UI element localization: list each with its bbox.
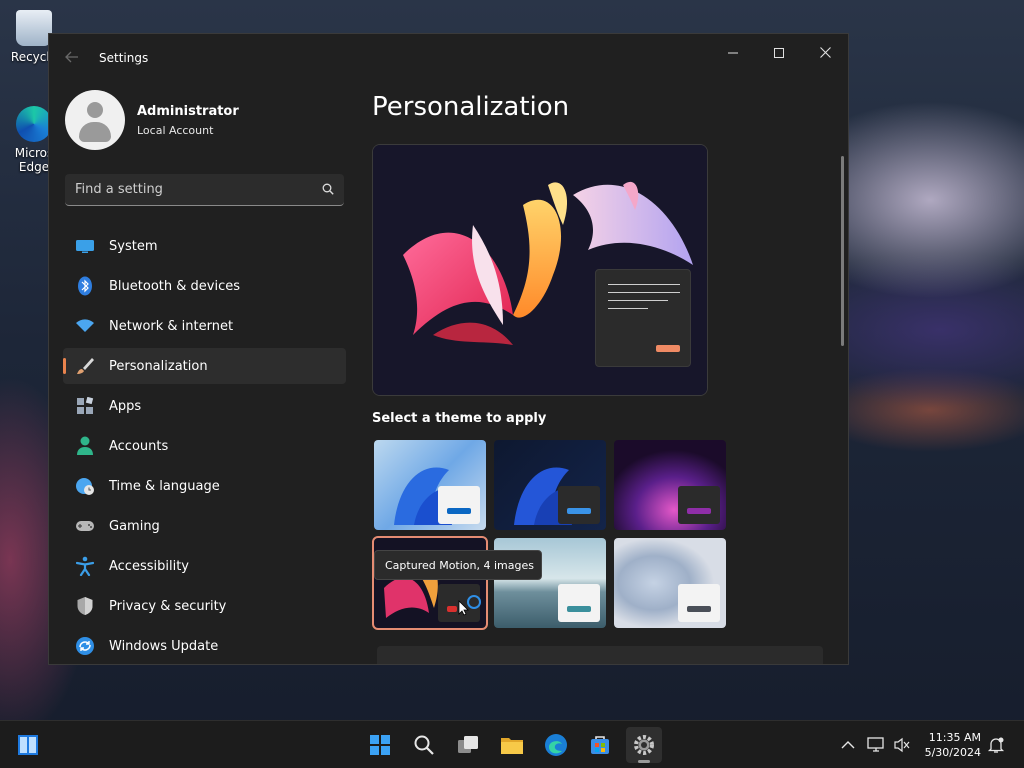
tray-overflow-button[interactable] bbox=[838, 735, 858, 755]
volume-button[interactable] bbox=[892, 735, 912, 755]
clock-date: 5/30/2024 bbox=[924, 746, 981, 759]
sidebar-item-personalization[interactable]: Personalization bbox=[63, 348, 346, 384]
sidebar-item-bluetooth[interactable]: Bluetooth & devices bbox=[63, 268, 346, 304]
sidebar-item-label: Network & internet bbox=[109, 318, 234, 334]
close-button[interactable] bbox=[802, 38, 848, 70]
taskbar-pinned-app[interactable] bbox=[10, 727, 46, 763]
taskbar-search-button[interactable] bbox=[406, 727, 442, 763]
sidebar-item-label: Apps bbox=[109, 398, 142, 414]
volume-muted-icon bbox=[894, 737, 910, 753]
edge-button[interactable] bbox=[538, 727, 574, 763]
sidebar-item-label: Privacy & security bbox=[109, 598, 227, 614]
monitor-icon bbox=[75, 236, 95, 256]
arrow-left-icon bbox=[65, 51, 78, 63]
sidebar-item-privacy-security[interactable]: Privacy & security bbox=[63, 588, 346, 624]
sidebar-item-time-language[interactable]: Time & language bbox=[63, 468, 346, 504]
shield-icon bbox=[75, 596, 95, 616]
settings-icon bbox=[634, 735, 654, 755]
gamepad-icon bbox=[75, 516, 95, 536]
settings-card-partial[interactable] bbox=[377, 646, 823, 664]
file-explorer-button[interactable] bbox=[494, 727, 530, 763]
sidebar-item-label: Bluetooth & devices bbox=[109, 278, 240, 294]
search-icon[interactable] bbox=[322, 183, 334, 195]
theme-tooltip: Captured Motion, 4 images bbox=[374, 550, 542, 580]
title-bar[interactable]: Settings bbox=[49, 34, 848, 82]
sidebar-item-gaming[interactable]: Gaming bbox=[63, 508, 346, 544]
profile-account-type: Local Account bbox=[137, 124, 214, 137]
maximize-button[interactable] bbox=[756, 38, 802, 70]
bluetooth-icon bbox=[75, 276, 95, 296]
edge-icon bbox=[545, 734, 567, 756]
maximize-icon bbox=[774, 48, 784, 58]
sidebar-item-label: System bbox=[109, 238, 158, 254]
settings-window: Settings Administrator Local Account Sys… bbox=[48, 33, 849, 665]
minimize-icon bbox=[728, 52, 738, 54]
sidebar-item-system[interactable]: System bbox=[63, 228, 346, 264]
chevron-up-icon bbox=[841, 741, 855, 749]
minimize-button[interactable] bbox=[710, 38, 756, 70]
start-button[interactable] bbox=[362, 727, 398, 763]
task-view-button[interactable] bbox=[450, 727, 486, 763]
profile-name: Administrator bbox=[137, 104, 239, 119]
edge-icon bbox=[16, 106, 52, 142]
sidebar-item-accounts[interactable]: Accounts bbox=[63, 428, 346, 464]
sidebar-item-accessibility[interactable]: Accessibility bbox=[63, 548, 346, 584]
mouse-cursor-icon bbox=[458, 600, 469, 616]
search-input[interactable] bbox=[65, 174, 305, 205]
search-box bbox=[65, 174, 344, 206]
brush-icon bbox=[75, 356, 95, 376]
theme-section-heading: Select a theme to apply bbox=[372, 411, 547, 426]
sidebar-item-label: Accounts bbox=[109, 438, 169, 454]
windows-logo-icon bbox=[18, 735, 38, 755]
theme-glow[interactable] bbox=[614, 440, 726, 530]
taskbar: 11:35 AM 5/30/2024 bbox=[0, 720, 1024, 768]
network-wired-icon bbox=[867, 737, 884, 752]
search-icon bbox=[414, 735, 434, 755]
notification-bell-icon bbox=[987, 737, 1005, 753]
sidebar-item-label: Accessibility bbox=[109, 558, 189, 574]
sidebar-item-network[interactable]: Network & internet bbox=[63, 308, 346, 344]
window-title: Settings bbox=[99, 51, 149, 65]
update-icon bbox=[75, 636, 95, 656]
clock-time: 11:35 AM bbox=[928, 731, 981, 744]
accent-sample bbox=[656, 345, 680, 352]
sidebar-item-label: Time & language bbox=[109, 478, 220, 494]
apps-icon bbox=[75, 396, 95, 416]
store-icon bbox=[591, 736, 609, 754]
theme-preview bbox=[372, 144, 708, 396]
sidebar-item-label: Windows Update bbox=[109, 638, 219, 654]
user-profile[interactable]: Administrator Local Account bbox=[65, 90, 345, 150]
globe-clock-icon bbox=[75, 476, 95, 496]
theme-flow[interactable] bbox=[614, 538, 726, 628]
clock[interactable]: 11:35 AM 5/30/2024 bbox=[925, 730, 981, 760]
wifi-icon bbox=[75, 316, 95, 336]
file-explorer-icon bbox=[501, 738, 523, 754]
avatar bbox=[65, 90, 125, 150]
store-button[interactable] bbox=[582, 727, 618, 763]
sidebar-item-label: Personalization bbox=[109, 358, 208, 374]
preview-window-sample bbox=[595, 269, 691, 367]
sidebar-item-label: Gaming bbox=[109, 518, 160, 534]
recycle-bin-icon bbox=[16, 10, 52, 46]
notifications-button[interactable] bbox=[986, 735, 1006, 755]
person-icon bbox=[75, 436, 95, 456]
page-title: Personalization bbox=[372, 92, 570, 122]
close-icon bbox=[819, 47, 831, 58]
accessibility-icon bbox=[75, 556, 95, 576]
sidebar-item-windows-update[interactable]: Windows Update bbox=[63, 628, 346, 664]
sidebar-item-apps[interactable]: Apps bbox=[63, 388, 346, 424]
start-icon bbox=[370, 735, 390, 755]
sidebar-nav: System Bluetooth & devices Network & int… bbox=[63, 228, 346, 664]
settings-taskbar-button[interactable] bbox=[626, 727, 662, 763]
back-button[interactable] bbox=[65, 50, 81, 66]
scrollbar[interactable] bbox=[841, 156, 844, 346]
theme-windows-dark[interactable] bbox=[494, 440, 606, 530]
network-status-button[interactable] bbox=[866, 735, 886, 755]
theme-windows-light[interactable] bbox=[374, 440, 486, 530]
task-view-icon bbox=[458, 736, 478, 753]
